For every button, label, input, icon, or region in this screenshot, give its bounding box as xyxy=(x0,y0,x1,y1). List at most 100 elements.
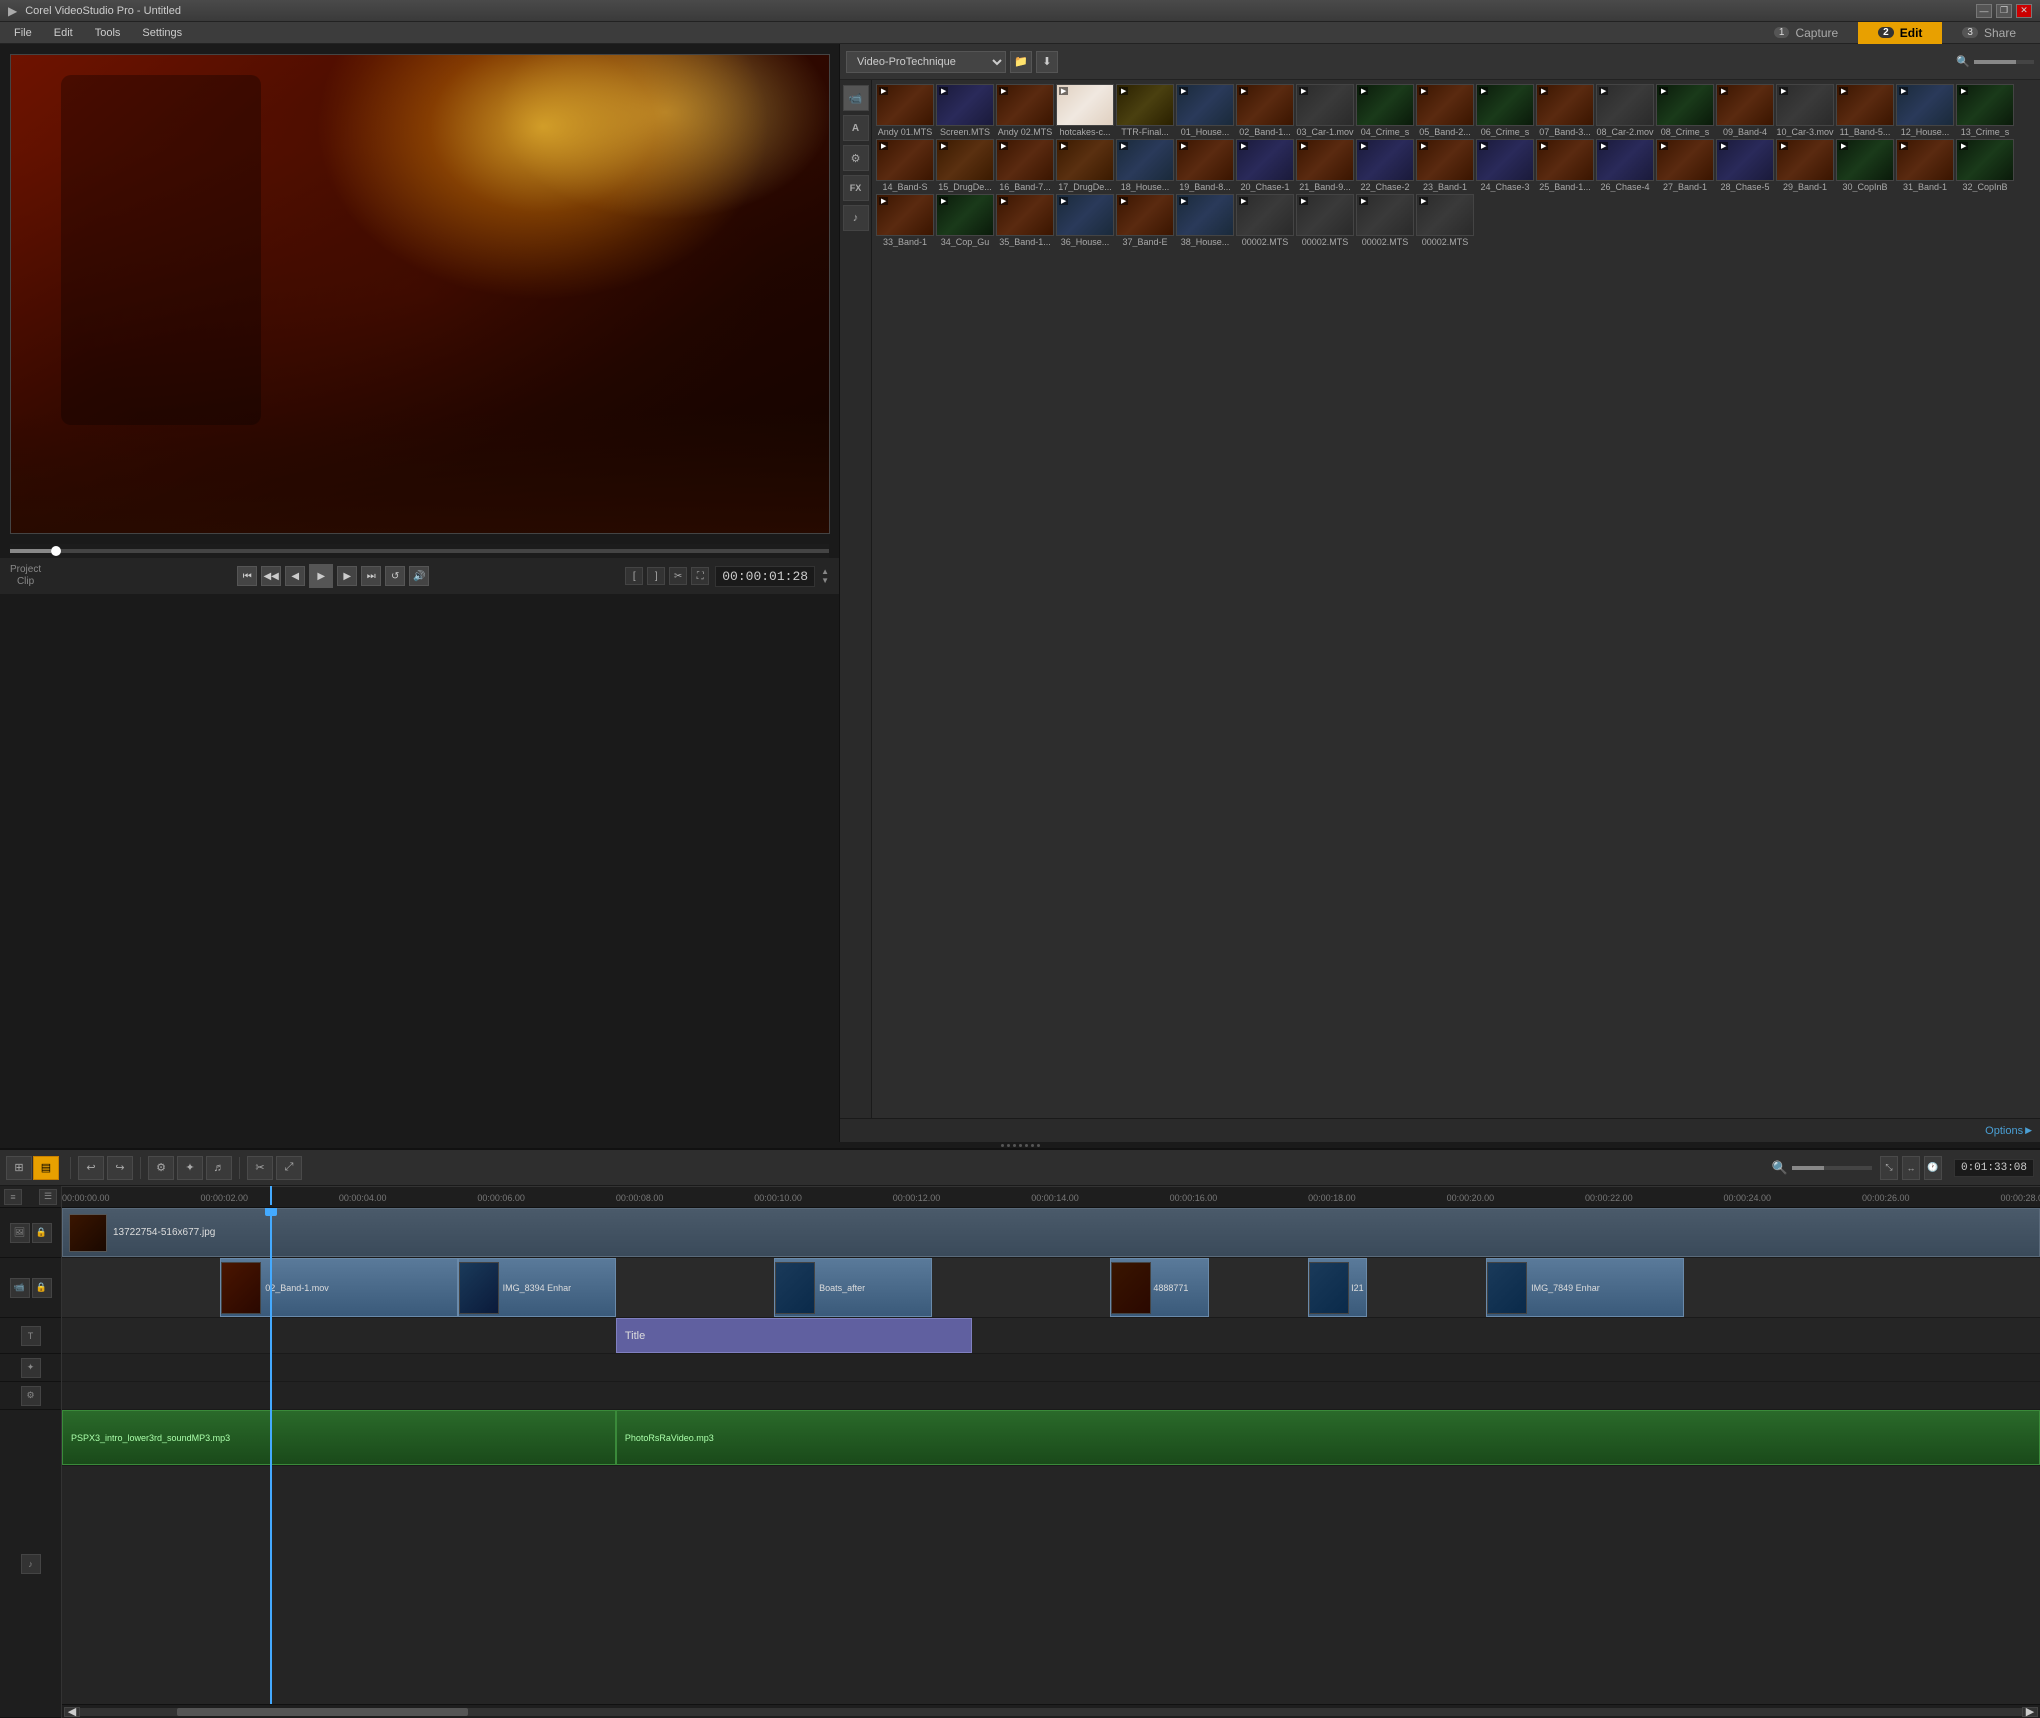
audio-clip-2[interactable]: PhotoRsRaVideo.mp3 xyxy=(616,1410,2040,1465)
scroll-right-button[interactable]: ▶ xyxy=(2022,1707,2038,1717)
video-clip-2[interactable]: IMG_8394 Enhar xyxy=(458,1258,616,1317)
restore-button[interactable]: ❐ xyxy=(1996,4,2012,18)
next-scene-button[interactable]: ⏭ xyxy=(361,566,381,586)
library-folder-button[interactable]: 📁 xyxy=(1010,51,1032,73)
video-track-lock[interactable]: 🔒 xyxy=(32,1278,52,1298)
timecode-up[interactable]: ▲ xyxy=(821,567,829,576)
menu-edit[interactable]: Edit xyxy=(44,25,83,41)
menu-settings[interactable]: Settings xyxy=(132,25,192,41)
media-item-16[interactable]: ▶ 10_Car-3.mov xyxy=(1776,84,1834,137)
media-item-35[interactable]: ▶ 29_Band-1 xyxy=(1776,139,1834,192)
play-button[interactable]: ▶ xyxy=(309,564,333,588)
redo-button[interactable]: ↪ xyxy=(107,1156,133,1180)
undo-button[interactable]: ↩ xyxy=(78,1156,104,1180)
lib-audio-button[interactable]: ♪ xyxy=(843,205,869,231)
media-item-28[interactable]: ▶ 22_Chase-2 xyxy=(1356,139,1414,192)
media-item-5[interactable]: ▶ TTR-Final... xyxy=(1116,84,1174,137)
lib-transition-button[interactable]: ⚙ xyxy=(843,145,869,171)
scroll-button[interactable]: ↔ xyxy=(1902,1156,1920,1180)
image-track-clip[interactable]: 13722754-516x677.jpg xyxy=(62,1208,2040,1257)
video-track-icon[interactable]: 📹 xyxy=(10,1278,30,1298)
audio-track-icon[interactable]: ♪ xyxy=(21,1554,41,1574)
zoom-out-icon[interactable]: 🔍 xyxy=(1772,1160,1788,1176)
media-item-20[interactable]: ▶ 14_Band-S xyxy=(876,139,934,192)
scroll-track[interactable] xyxy=(80,1708,2022,1716)
media-item-9[interactable]: ▶ 04_Crime_s xyxy=(1356,84,1414,137)
media-item-7[interactable]: ▶ 02_Band-1... xyxy=(1236,84,1294,137)
media-item-18[interactable]: ▶ 12_House... xyxy=(1896,84,1954,137)
smart-button[interactable]: ✦ xyxy=(177,1156,203,1180)
library-dropdown[interactable]: Video-ProTechnique All Media Photos Musi… xyxy=(846,51,1006,73)
media-item-34[interactable]: ▶ 28_Chase-5 xyxy=(1716,139,1774,192)
menu-file[interactable]: File xyxy=(4,25,42,41)
media-item-42[interactable]: ▶ 36_House... xyxy=(1056,194,1114,247)
menu-tools[interactable]: Tools xyxy=(85,25,131,41)
video-clip-3[interactable]: Boats_after xyxy=(774,1258,932,1317)
image-track-lock[interactable]: 🔒 xyxy=(32,1223,52,1243)
media-item-48[interactable]: ▶ 00002.MTS xyxy=(1416,194,1474,247)
mark-in-button[interactable]: [ xyxy=(625,567,643,585)
media-item-43[interactable]: ▶ 37_Band-E xyxy=(1116,194,1174,247)
back-frame-button[interactable]: ◀ xyxy=(285,566,305,586)
lib-fx-button[interactable]: FX xyxy=(843,175,869,201)
close-button[interactable]: ✕ xyxy=(2016,4,2032,18)
effect1-icon[interactable]: ✦ xyxy=(21,1358,41,1378)
prev-frame-button[interactable]: ◀◀ xyxy=(261,566,281,586)
media-item-30[interactable]: ▶ 24_Chase-3 xyxy=(1476,139,1534,192)
media-item-19[interactable]: ▶ 13_Crime_s xyxy=(1956,84,2014,137)
lib-media-button[interactable]: 📹 xyxy=(843,85,869,111)
media-item-11[interactable]: ▶ 06_Crime_s xyxy=(1476,84,1534,137)
media-item-32[interactable]: ▶ 26_Chase-4 xyxy=(1596,139,1654,192)
media-item-26[interactable]: ▶ 20_Chase-1 xyxy=(1236,139,1294,192)
media-item-41[interactable]: ▶ 35_Band-1... xyxy=(996,194,1054,247)
media-item-33[interactable]: ▶ 27_Band-1 xyxy=(1656,139,1714,192)
beat-button[interactable]: ♬ xyxy=(206,1156,232,1180)
video-clip-6[interactable]: IMG_7849 Enhar xyxy=(1486,1258,1684,1317)
media-item-39[interactable]: ▶ 33_Band-1 xyxy=(876,194,934,247)
repeat-button[interactable]: ↺ xyxy=(385,566,405,586)
media-item-15[interactable]: ▶ 09_Band-4 xyxy=(1716,84,1774,137)
audio-clip-1[interactable]: PSPX3_intro_lower3rd_soundMP3.mp3 xyxy=(62,1410,616,1465)
media-item-22[interactable]: ▶ 16_Band-7... xyxy=(996,139,1054,192)
media-item-27[interactable]: ▶ 21_Band-9... xyxy=(1296,139,1354,192)
mark-out-button[interactable]: ] xyxy=(647,567,665,585)
media-item-3[interactable]: ▶ Andy 02.MTS xyxy=(996,84,1054,137)
tab-capture[interactable]: 1 Capture xyxy=(1754,22,1858,44)
trim-button[interactable]: ✂ xyxy=(247,1156,273,1180)
clock-button[interactable]: 🕐 xyxy=(1924,1156,1942,1180)
media-item-21[interactable]: ▶ 15_DrugDe... xyxy=(936,139,994,192)
library-download-button[interactable]: ⬇ xyxy=(1036,51,1058,73)
media-item-17[interactable]: ▶ 11_Band-5... xyxy=(1836,84,1894,137)
options-link[interactable]: Options xyxy=(1985,1125,2023,1137)
media-item-25[interactable]: ▶ 19_Band-8... xyxy=(1176,139,1234,192)
playhead-handle[interactable] xyxy=(265,1208,277,1216)
clip-trim-button[interactable]: ✂ xyxy=(669,567,687,585)
media-item-1[interactable]: ▶ Andy 01.MTS xyxy=(876,84,934,137)
zoom-slider[interactable] xyxy=(1792,1166,1872,1170)
video-clip-1[interactable]: 02_Band-1.mov xyxy=(220,1258,457,1317)
media-item-24[interactable]: ▶ 18_House... xyxy=(1116,139,1174,192)
title-track-icon[interactable]: T xyxy=(21,1326,41,1346)
media-item-2[interactable]: ▶ Screen.MTS xyxy=(936,84,994,137)
lib-zoom-slider[interactable] xyxy=(1974,60,2034,64)
timecode-down[interactable]: ▼ xyxy=(821,576,829,585)
tab-edit[interactable]: 2 Edit xyxy=(1858,22,1942,44)
track-list-button[interactable]: ☰ xyxy=(39,1189,57,1205)
media-item-29[interactable]: ▶ 23_Band-1 xyxy=(1416,139,1474,192)
media-item-40[interactable]: ▶ 34_Cop_Gu xyxy=(936,194,994,247)
media-item-38[interactable]: ▶ 32_CopInB xyxy=(1956,139,2014,192)
media-item-6[interactable]: ▶ 01_House... xyxy=(1176,84,1234,137)
image-track-icon[interactable]: 🖼 xyxy=(10,1223,30,1243)
lib-text-button[interactable]: A xyxy=(843,115,869,141)
zoom-out-icon[interactable]: 🔍 xyxy=(1956,55,1970,68)
prev-scene-button[interactable]: ⏮ xyxy=(237,566,257,586)
media-item-4[interactable]: ▶ hotcakes-c... xyxy=(1056,84,1114,137)
video-clip-4[interactable]: 4888771 xyxy=(1110,1258,1209,1317)
media-item-8[interactable]: ▶ 03_Car-1.mov xyxy=(1296,84,1354,137)
media-item-10[interactable]: ▶ 05_Band-2... xyxy=(1416,84,1474,137)
video-clip-5[interactable]: I21 xyxy=(1308,1258,1367,1317)
media-item-44[interactable]: ▶ 38_House... xyxy=(1176,194,1234,247)
zoom-clip-button[interactable]: ⤢ xyxy=(276,1156,302,1180)
media-item-37[interactable]: ▶ 31_Band-1 xyxy=(1896,139,1954,192)
media-item-46[interactable]: ▶ 00002.MTS xyxy=(1296,194,1354,247)
